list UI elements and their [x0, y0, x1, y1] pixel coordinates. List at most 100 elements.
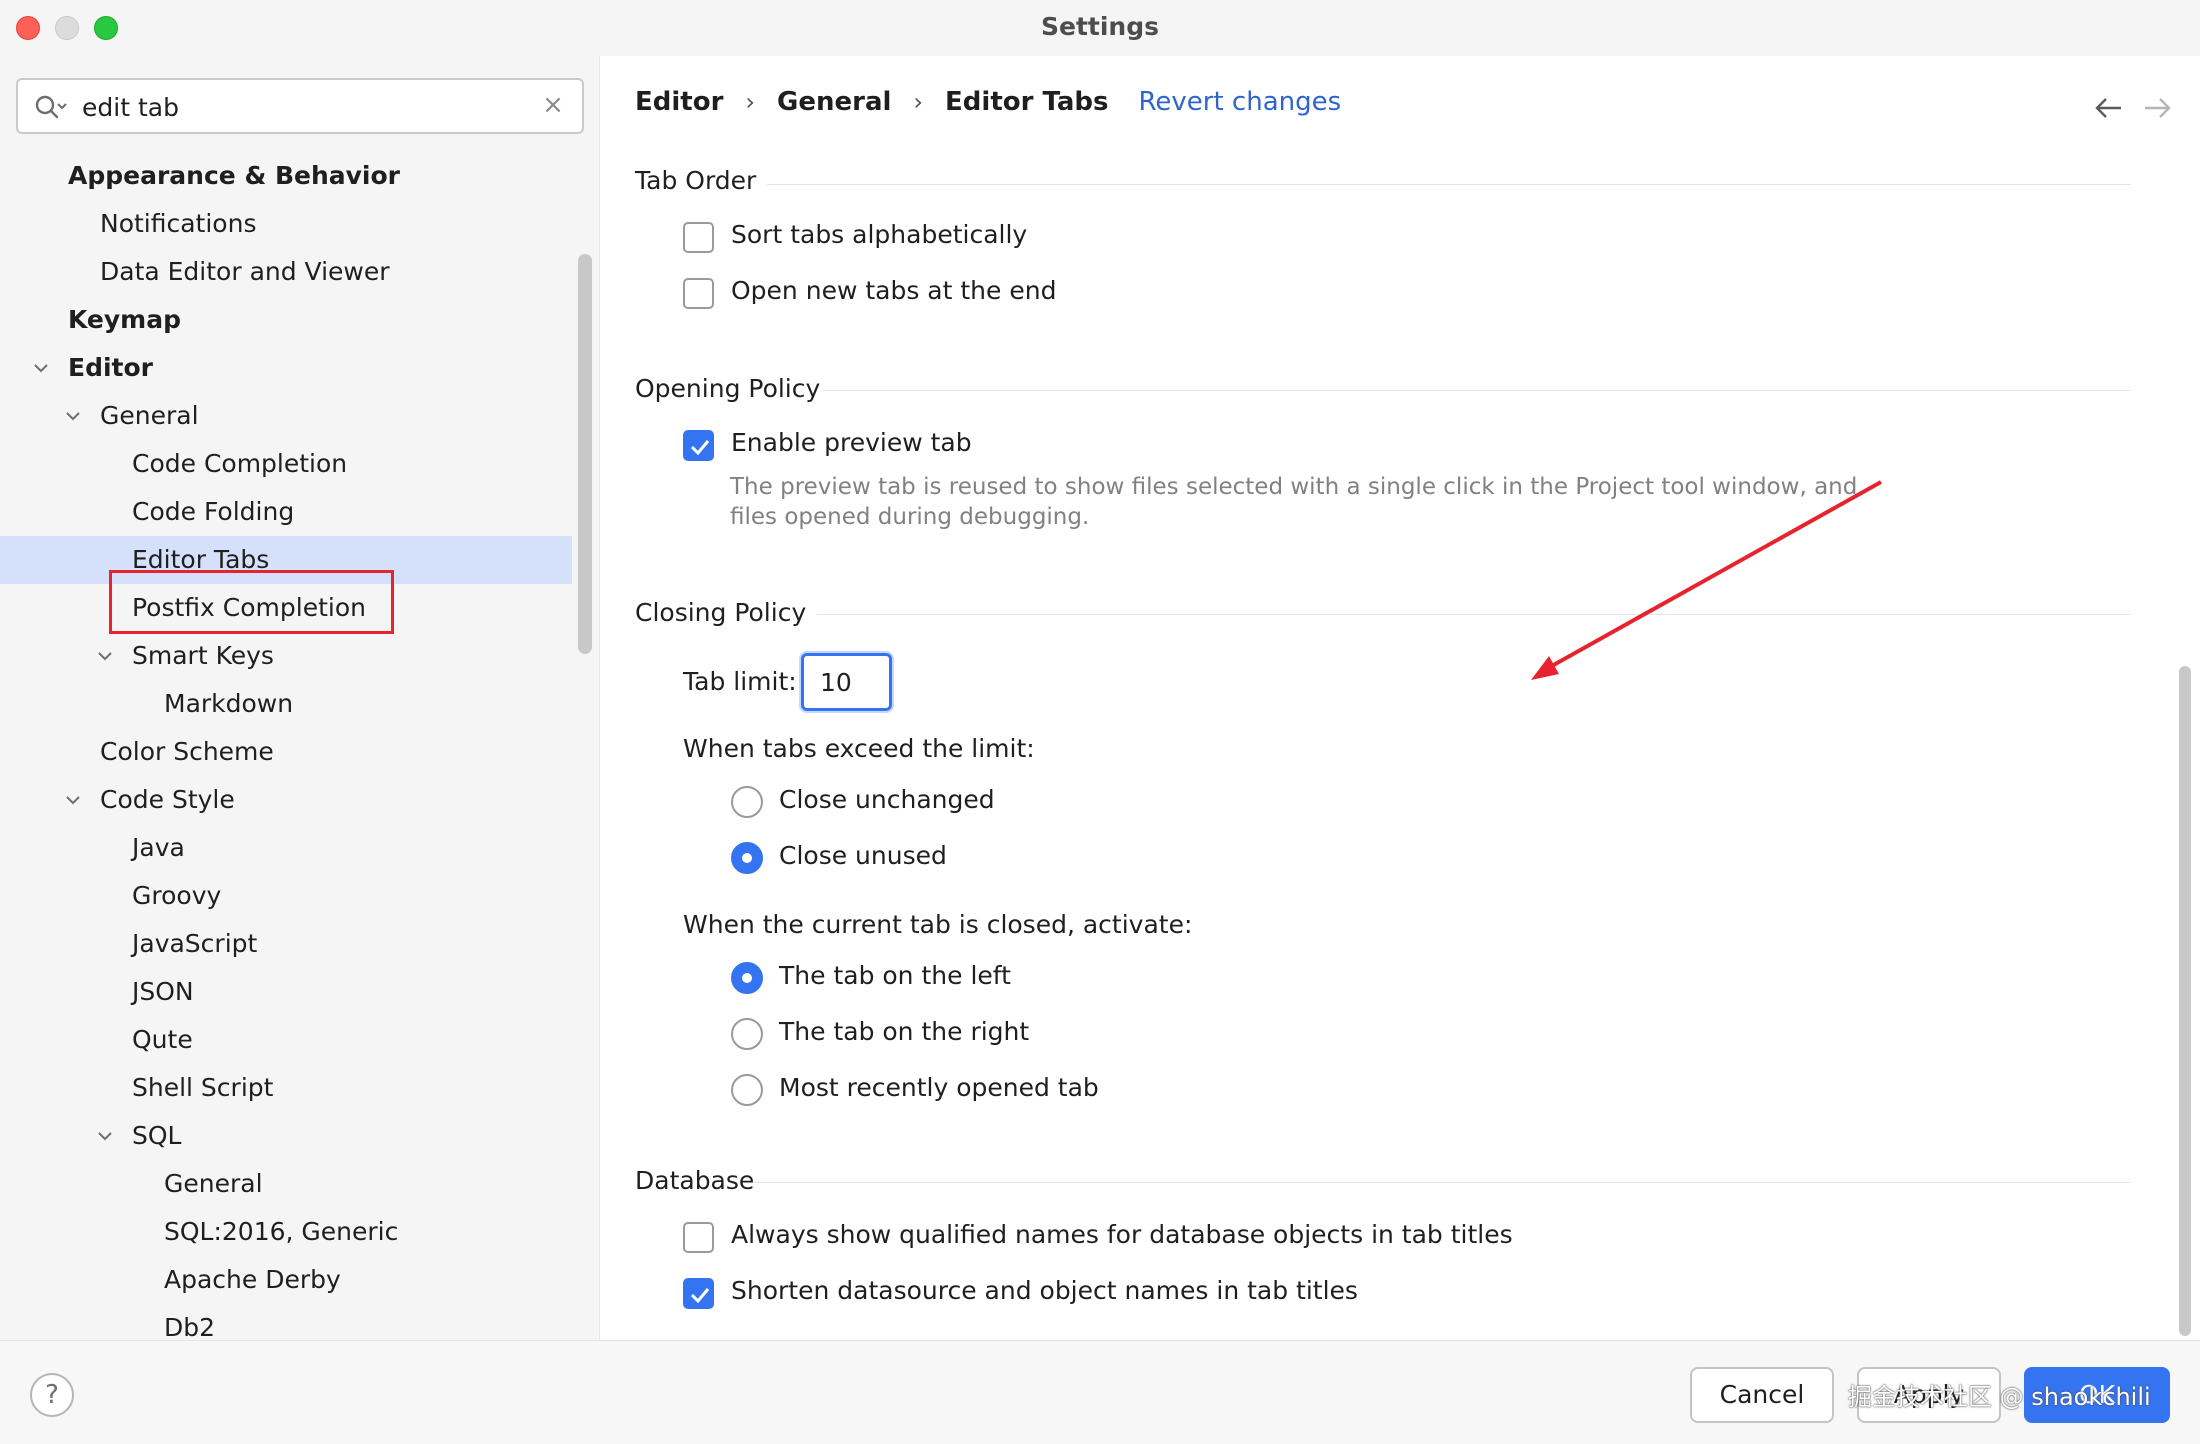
search-icon[interactable] — [34, 94, 68, 120]
sidebar-item-appearance-behavior[interactable]: Appearance & Behavior — [0, 152, 572, 200]
search-input[interactable] — [82, 90, 522, 124]
sidebar-item-markdown[interactable]: Markdown — [0, 680, 572, 728]
help-button[interactable]: ? — [30, 1373, 74, 1417]
section-title-database: Database — [635, 1166, 755, 1195]
radio-circle[interactable] — [731, 842, 763, 874]
sidebar-item-groovy[interactable]: Groovy — [0, 872, 572, 920]
sidebar-item-label: SQL:2016, Generic — [164, 1217, 399, 1246]
sidebar-item-general[interactable]: General — [0, 1160, 572, 1208]
sidebar-scrollbar[interactable] — [578, 254, 592, 654]
sidebar-item-db2[interactable]: Db2 — [0, 1304, 572, 1340]
content-scrollbar[interactable] — [2179, 666, 2191, 1336]
tab-limit-label: Tab limit: — [683, 667, 797, 696]
sidebar-item-data-editor-and-viewer[interactable]: Data Editor and Viewer — [0, 248, 572, 296]
breadcrumb-item-general[interactable]: General — [777, 87, 891, 117]
tab-limit-input[interactable] — [801, 653, 892, 711]
sidebar-item-apache-derby[interactable]: Apache Derby — [0, 1256, 572, 1304]
sidebar-item-label: Code Style — [100, 785, 235, 814]
checkbox-label: Always show qualified names for database… — [731, 1220, 1513, 1249]
sidebar-item-label: General — [164, 1169, 263, 1198]
section-divider — [817, 614, 2131, 615]
sidebar-item-general[interactable]: General — [0, 392, 572, 440]
sidebar-item-code-folding[interactable]: Code Folding — [0, 488, 572, 536]
ok-button[interactable]: OK — [2024, 1367, 2170, 1423]
sidebar-item-editor[interactable]: Editor — [0, 344, 572, 392]
checkbox-label: Enable preview tab — [731, 428, 972, 457]
sidebar-item-label: JSON — [132, 977, 194, 1006]
radio-label: The tab on the right — [779, 1017, 1030, 1046]
sidebar-item-label: Editor Tabs — [132, 545, 270, 574]
section-divider — [767, 184, 2131, 185]
radio-circle[interactable] — [731, 1018, 763, 1050]
sidebar-item-postfix-completion[interactable]: Postfix Completion — [0, 584, 572, 632]
checkmark-icon — [690, 440, 710, 456]
sidebar-item-label: JavaScript — [132, 929, 258, 958]
revert-changes-link[interactable]: Revert changes — [1139, 87, 1342, 117]
sidebar-item-color-scheme[interactable]: Color Scheme — [0, 728, 572, 776]
checkmark-icon — [690, 1288, 710, 1304]
arrow-right-icon[interactable] — [2141, 94, 2175, 122]
sidebar-item-shell-script[interactable]: Shell Script — [0, 1064, 572, 1112]
checkbox-box[interactable] — [683, 1222, 714, 1253]
exceed-limit-label: When tabs exceed the limit: — [683, 734, 1035, 763]
sidebar-item-label: Apache Derby — [164, 1265, 341, 1294]
chevron-down-icon[interactable] — [96, 1127, 114, 1145]
breadcrumb: Editor › General › Editor Tabs Revert changes — [635, 86, 1341, 126]
preview-tab-hint: The preview tab is reused to show files … — [730, 474, 1858, 500]
checkbox-box[interactable] — [683, 430, 714, 461]
sidebar-item-label: General — [100, 401, 199, 430]
chevron-right-icon: › — [913, 87, 924, 116]
sidebar-item-label: Data Editor and Viewer — [100, 257, 390, 286]
sidebar-item-label: Notifications — [100, 209, 257, 238]
chevron-down-icon[interactable] — [32, 359, 50, 377]
radio-label: Close unchanged — [779, 785, 995, 814]
radio-label: The tab on the left — [779, 961, 1011, 990]
sidebar-item-label: Shell Script — [132, 1073, 274, 1102]
sidebar-item-notifications[interactable]: Notifications — [0, 200, 572, 248]
sidebar-item-keymap[interactable]: Keymap — [0, 296, 572, 344]
sidebar-item-label: SQL — [132, 1121, 182, 1150]
section-title-closing-policy: Closing Policy — [635, 598, 807, 627]
sidebar-item-smart-keys[interactable]: Smart Keys — [0, 632, 572, 680]
settings-window: Settings × Appearance & Behavior Notifica… — [0, 0, 2200, 1444]
activate-label: When the current tab is closed, activate… — [683, 910, 1193, 939]
cancel-button[interactable]: Cancel — [1690, 1367, 1834, 1423]
chevron-down-icon[interactable] — [64, 791, 82, 809]
checkbox-box[interactable] — [683, 1278, 714, 1309]
sidebar-item-label: Qute — [132, 1025, 193, 1054]
radio-circle[interactable] — [731, 786, 763, 818]
radio-circle[interactable] — [731, 1074, 763, 1106]
settings-content: Editor › General › Editor Tabs Revert changes… — [601, 56, 2200, 1340]
checkbox-box[interactable] — [683, 278, 714, 309]
radio-label: Close unused — [779, 841, 947, 870]
apply-button[interactable]: Apply — [1857, 1367, 2001, 1423]
sidebar-item-javascript[interactable]: JavaScript — [0, 920, 572, 968]
sidebar-item-editor-tabs[interactable]: Editor Tabs — [0, 536, 572, 584]
sidebar-item-java[interactable]: Java — [0, 824, 572, 872]
sidebar-item-label: Editor — [68, 353, 153, 382]
checkbox-label: Sort tabs alphabetically — [731, 220, 1028, 249]
search-box[interactable]: × — [16, 78, 584, 134]
annotation-arrow — [1531, 480, 1882, 680]
dialog-button-bar: ? Cancel Apply OK 掘金技术社区 @ shaokchili — [0, 1340, 2200, 1444]
sidebar-item-label: Smart Keys — [132, 641, 274, 670]
sidebar-item-qute[interactable]: Qute — [0, 1016, 572, 1064]
checkbox-box[interactable] — [683, 222, 714, 253]
sidebar-item-label: Markdown — [164, 689, 294, 718]
sidebar-item-json[interactable]: JSON — [0, 968, 572, 1016]
settings-sidebar: × Appearance & Behavior Notifications Data… — [0, 56, 600, 1340]
sidebar-item-label: Postfix Completion — [132, 593, 366, 622]
chevron-down-icon[interactable] — [64, 407, 82, 425]
clear-search-icon[interactable]: × — [540, 92, 566, 118]
sidebar-item-code-style[interactable]: Code Style — [0, 776, 572, 824]
checkbox-label: Shorten datasource and object names in t… — [731, 1276, 1358, 1305]
section-title-tab-order: Tab Order — [635, 166, 757, 195]
sidebar-item-label: Appearance & Behavior — [68, 161, 400, 190]
arrow-left-icon[interactable] — [2091, 94, 2125, 122]
chevron-down-icon[interactable] — [96, 647, 114, 665]
breadcrumb-item-editor[interactable]: Editor — [635, 87, 723, 117]
sidebar-item-sql-2016-generic[interactable]: SQL:2016, Generic — [0, 1208, 572, 1256]
radio-circle[interactable] — [731, 962, 763, 994]
sidebar-item-sql[interactable]: SQL — [0, 1112, 572, 1160]
sidebar-item-code-completion[interactable]: Code Completion — [0, 440, 572, 488]
